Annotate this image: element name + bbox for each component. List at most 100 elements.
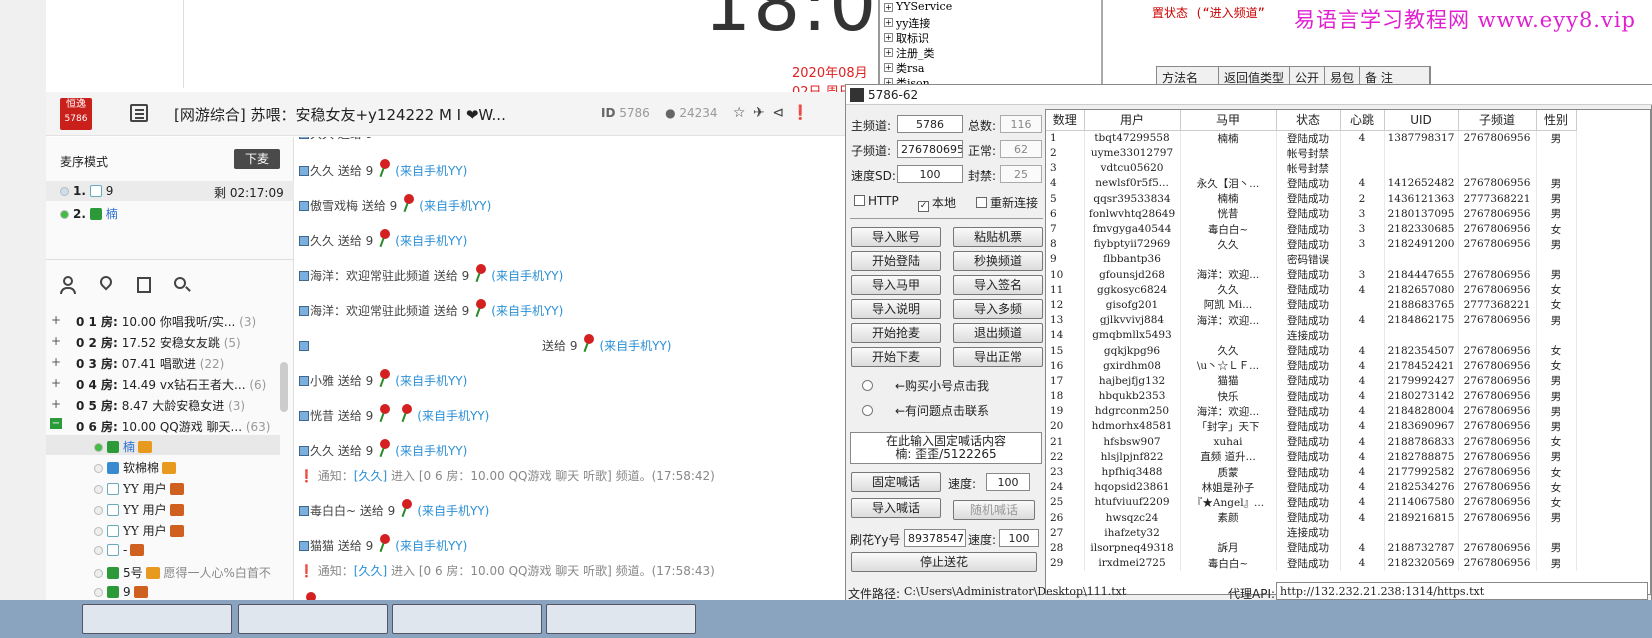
list-icon[interactable] (130, 104, 148, 122)
room-item[interactable]: +0 5 房: 8.47 大龄安稳女进 (3) (51, 397, 245, 414)
shout-text-area[interactable]: 在此输入固定喊话内容 楠: 歪歪/5122265 (850, 432, 1042, 464)
column-header[interactable]: 子频道 (1458, 110, 1537, 131)
table-row[interactable]: 28 ilsorpneq49318 訴月 登陆成功 4 2188732787 2767806… (1046, 540, 1577, 556)
tree-item[interactable]: + 取标识 (884, 30, 929, 46)
proxy-input[interactable]: http://132.232.21.238:1314/https.txt (1276, 582, 1648, 600)
room-item[interactable]: +0 3 房: 07.41 唱歌进 (22) (51, 355, 224, 372)
table-row[interactable]: 3 vdtcu05620 帐号封禁 (1046, 160, 1577, 176)
share-icon[interactable]: ⊲ (772, 105, 784, 121)
start-leave-mic-button[interactable]: 开始下麦 (851, 347, 941, 367)
taskbar-item[interactable] (82, 604, 232, 634)
tree-item[interactable]: + 类rsa (884, 60, 924, 76)
reconnect-checkbox[interactable]: 重新连接 (976, 194, 1038, 211)
room-item[interactable]: +0 4 房: 14.49 vx钻石王者大... (6) (51, 376, 266, 393)
column-header[interactable]: 用户 (1084, 110, 1181, 131)
table-row[interactable]: 9 flbbantp36 密码错误 (1046, 251, 1577, 267)
alert-icon[interactable]: ❗ (792, 105, 809, 121)
start-login-button[interactable]: 开始登陆 (851, 251, 941, 271)
import-vest-button[interactable]: 导入马甲 (851, 275, 941, 295)
sub-channel-input[interactable]: 2767806956 (897, 140, 963, 158)
mic-queue-item[interactable]: 1. 9 (60, 184, 113, 198)
room-item-expanded[interactable]: −0 6 房: 10.00 QQ游戏 聊天... (63) (50, 418, 270, 435)
table-row[interactable]: 29 irxdmei2725 毒白白~ 登陆成功 4 2182320569 27678069… (1046, 555, 1577, 571)
board-icon[interactable] (134, 275, 154, 295)
flower-speed-input[interactable]: 100 (999, 529, 1039, 547)
speed-sd-input[interactable]: 100 (897, 165, 963, 183)
search-icon[interactable] (172, 275, 192, 295)
column-header[interactable]: 心跳 (1340, 110, 1385, 131)
tree-item[interactable]: + YYService (884, 0, 952, 13)
column-header[interactable]: 马甲 (1180, 110, 1277, 131)
main-channel-input[interactable]: 5786 (897, 115, 963, 133)
table-row[interactable]: 26 hwsqzc24 素颜 登陆成功 4 2189216815 2767806956 男 (1046, 510, 1577, 526)
column-header[interactable]: UID (1384, 110, 1459, 131)
channel-logo[interactable]: 恒逸 5786 (60, 98, 92, 130)
table-row[interactable]: 1 tbqt47299558 楠楠 登陆成功 4 1387798317 2767806956… (1046, 130, 1577, 146)
column-header[interactable]: 状态 (1276, 110, 1341, 131)
sidebar-scrollbar[interactable] (280, 362, 288, 412)
member-item[interactable]: YY 用户 (94, 522, 184, 539)
table-row[interactable]: 19 hdgrconm250 海洋：欢迎... 登陆成功 4 2184828004 2767… (1046, 403, 1577, 419)
table-row[interactable]: 18 hbqukb2353 快乐 登陆成功 4 2180273142 2767806956 男 (1046, 388, 1577, 404)
table-row[interactable]: 27 ihafzety32 连接成功 (1046, 525, 1577, 541)
table-row[interactable]: 25 htufviuuf2209 『★Angel』... 登陆成功 4 211406758… (1046, 494, 1577, 510)
member-item[interactable]: YY 用户 (94, 501, 184, 518)
location-icon[interactable] (96, 273, 116, 295)
table-row[interactable]: 11 ggkosyc6824 久久 登陆成功 4 2182657080 2767806956… (1046, 282, 1577, 298)
paste-ticket-button[interactable]: 粘贴机票 (953, 227, 1043, 247)
export-normal-button[interactable]: 导出正常 (953, 347, 1043, 367)
table-row[interactable]: 6 fonlwvhtq28649 恍昔 登陆成功 3 2180137095 27678069… (1046, 206, 1577, 222)
table-row[interactable]: 5 qqsr39533834 楠楠 登陆成功 2 1436121363 2777368221… (1046, 191, 1577, 207)
http-checkbox[interactable]: HTTP (854, 194, 899, 208)
member-item[interactable]: YY 用户 (94, 480, 184, 497)
tool-titlebar[interactable]: 5786-62 (846, 85, 1652, 105)
shout-speed-input[interactable]: 100 (986, 473, 1030, 491)
table-row[interactable]: 24 hqopsid23861 林姐是孙子 登陆成功 4 2182534276 276780… (1046, 479, 1577, 495)
tree-item[interactable]: + yy连接 (884, 15, 930, 31)
member-item[interactable]: 软棉棉 (94, 459, 177, 476)
column-header[interactable]: 数理 (1046, 110, 1085, 131)
start-grab-mic-button[interactable]: 开始抢麦 (851, 323, 941, 343)
table-row[interactable]: 21 hfsbsw907 xuhai 登陆成功 4 2188786833 276780695… (1046, 434, 1577, 450)
table-row[interactable]: 4 newlsf0r5f5... 永久【泪丶... 登陆成功 4 1412652482 27… (1046, 175, 1577, 192)
member-row-selected[interactable] (46, 435, 280, 455)
import-desc-button[interactable]: 导入说明 (851, 299, 941, 319)
code-line[interactable]: 置状态 (“进入频道” (1152, 4, 1265, 21)
member-item[interactable]: 楠 (94, 438, 153, 455)
import-signature-button[interactable]: 导入签名 (953, 275, 1043, 295)
local-checkbox[interactable]: ✓ 本地 (918, 194, 956, 212)
stop-flower-button[interactable]: 停止送花 (851, 552, 1037, 572)
table-row[interactable]: 7 fmvgyga40544 毒白白~ 登陆成功 3 2182330685 27678069… (1046, 221, 1577, 237)
table-row[interactable]: 23 hpfhiq3488 质蒙 登陆成功 4 2177992582 2767806956 女 (1046, 464, 1577, 480)
mic-queue-item[interactable]: 2. 楠 (60, 205, 118, 222)
table-row[interactable]: 2 uyme33012797 帐号封禁 (1046, 145, 1577, 161)
flower-yy-input[interactable]: 89378547 (904, 529, 966, 547)
table-row[interactable]: 15 gqkjkpg96 久久 登陆成功 4 2182354507 2767806956 女 (1046, 342, 1577, 359)
fixed-shout-button[interactable]: 固定喊话 (851, 472, 941, 492)
column-header[interactable]: 性别 (1536, 110, 1577, 131)
table-row[interactable]: 17 hajbejfjg132 猫猫 登陆成功 4 2179992427 276780695… (1046, 373, 1577, 389)
switch-channel-button[interactable]: 秒换频道 (953, 251, 1043, 271)
table-row[interactable]: 12 gisofg201 阿凯 Mi... 登陆成功 2188683765 2777368… (1046, 297, 1577, 313)
table-row[interactable]: 10 gfounsjd268 海洋：欢迎... 登陆成功 3 2184447655 2767… (1046, 267, 1577, 283)
random-shout-button[interactable]: 随机喊话 (953, 500, 1035, 520)
table-row[interactable]: 8 fiybptyii72969 久久 登陆成功 3 2182491200 27678069… (1046, 236, 1577, 252)
buy-account-radio[interactable]: ←购买小号点击我 (862, 377, 989, 394)
table-row[interactable]: 14 gmqbmllx5493 连接成功 (1046, 327, 1577, 343)
room-item[interactable]: +0 2 房: 17.52 安稳女友跳 (5) (51, 334, 241, 351)
import-shout-button[interactable]: 导入喊话 (851, 498, 941, 518)
exit-channel-button[interactable]: 退出频道 (953, 323, 1043, 343)
import-multi-channel-button[interactable]: 导入多频 (953, 299, 1043, 319)
person-icon[interactable] (58, 275, 78, 295)
table-row[interactable]: 13 gjlkvvivj884 海洋：欢迎... 登陆成功 4 2184862175 276… (1046, 312, 1577, 328)
member-item[interactable]: 9 (94, 585, 148, 599)
leave-mic-button[interactable]: 下麦 (234, 149, 280, 169)
table-row[interactable]: 22 hlsjlpjnf822 直频 道升... 登陆成功 4 2182788875 276… (1046, 449, 1577, 465)
table-row[interactable]: 16 gxirdhm08 \u丶☆ＬＦ... 登陆成功 4 2178452421 27678… (1046, 358, 1577, 374)
taskbar-item[interactable] (546, 604, 696, 634)
member-item[interactable]: 5号 愿得一人心%白首不 (94, 564, 271, 581)
plane-icon[interactable]: ✈ (753, 105, 765, 121)
import-accounts-button[interactable]: 导入账号 (851, 227, 941, 247)
star-icon[interactable]: ☆ (733, 105, 746, 121)
room-item[interactable]: +0 1 房: 10.00 你唱我听/实... (3) (51, 313, 256, 330)
